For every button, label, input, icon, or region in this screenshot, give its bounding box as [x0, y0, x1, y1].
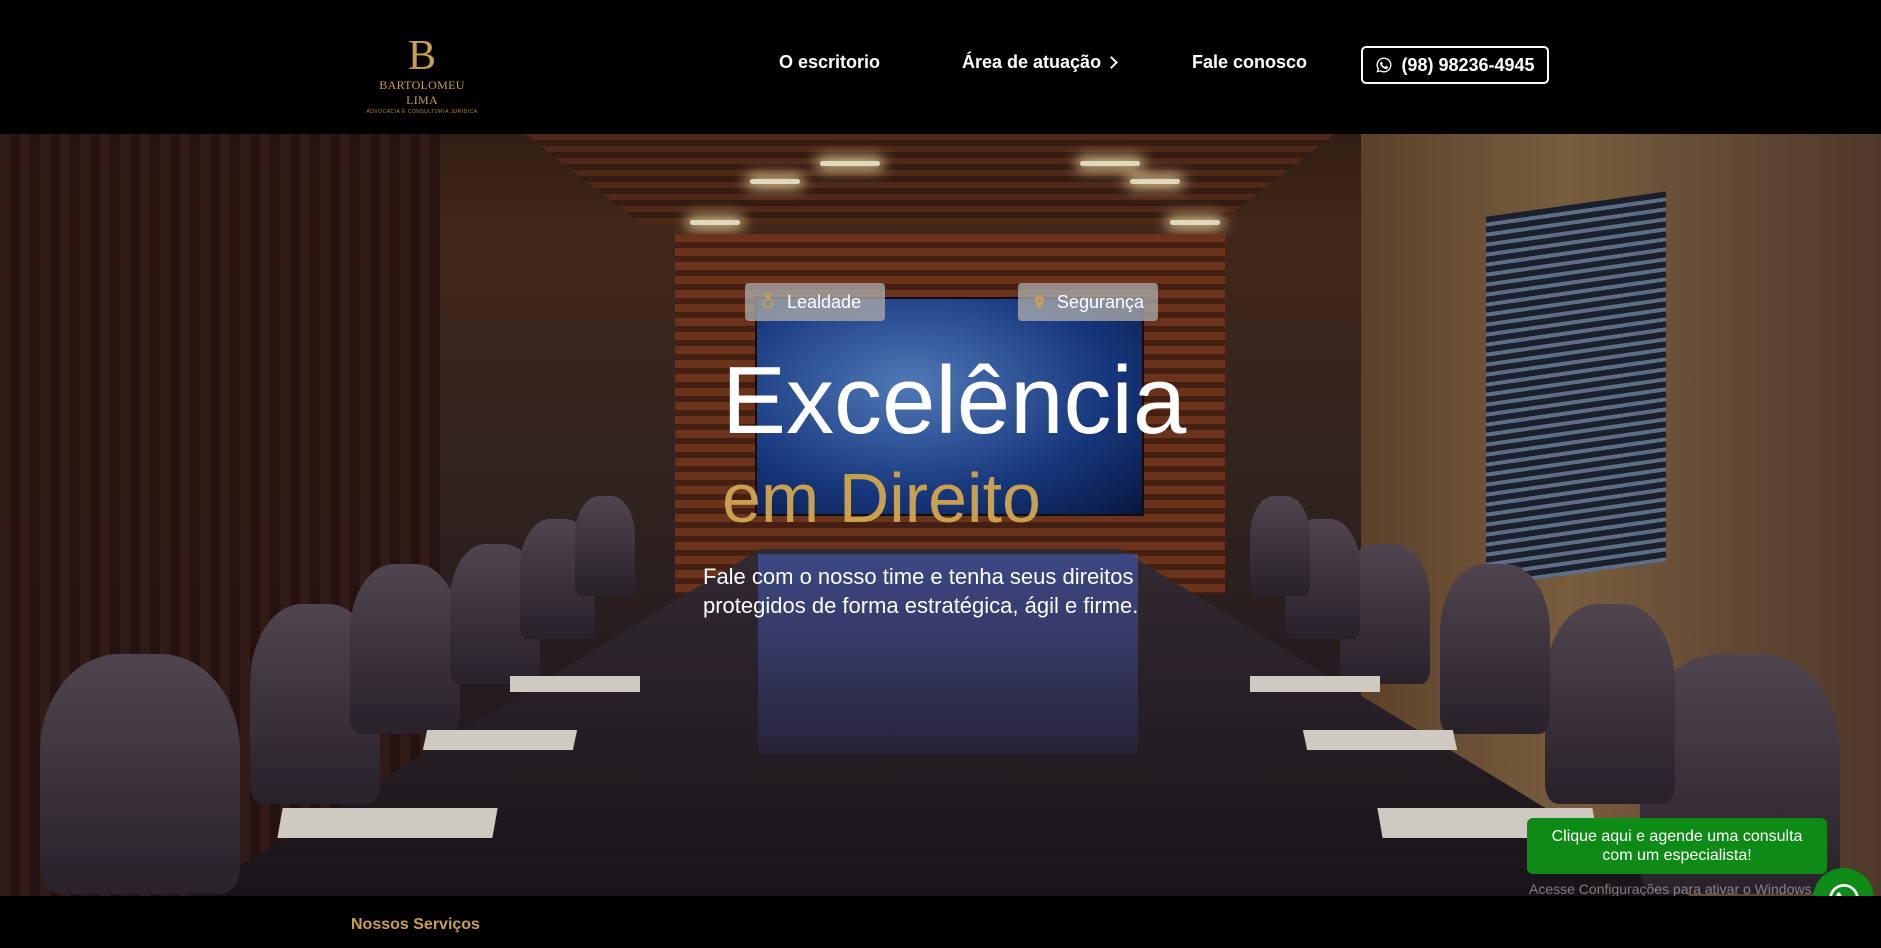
hero-title-line2: em Direito	[722, 459, 1041, 537]
hero-title-line1: Excelência	[722, 347, 1187, 454]
badge-seguranca-label: Segurança	[1056, 291, 1144, 312]
whatsapp-cta-bubble[interactable]: Clique aqui e agende uma consulta com um…	[1527, 818, 1827, 874]
nav-link-fale-conosco[interactable]: Fale conosco	[1192, 52, 1307, 73]
whatsapp-icon	[1376, 57, 1392, 73]
brand-logo[interactable]: B BARTOLOMEU LIMA ADVOCACIA E CONSULTORI…	[362, 33, 482, 115]
logo-mark: B	[407, 33, 436, 79]
badge-lealdade-label: Lealdade	[787, 291, 862, 312]
phone-number: (98) 98236-4945	[1401, 54, 1535, 75]
medal-icon	[762, 294, 774, 309]
badge-lealdade: Lealdade	[745, 283, 885, 321]
nav-link-area-atuacao-label: Área de atuação	[962, 52, 1102, 72]
hero-subtitle: Fale com o nosso time e tenha seus direi…	[703, 564, 1139, 618]
nav-link-area-atuacao[interactable]: Área de atuação	[962, 52, 1118, 73]
nav-link-escritorio[interactable]: O escritorio	[779, 52, 880, 73]
badge-seguranca: Segurança	[1018, 283, 1158, 321]
map-pin-icon	[1035, 295, 1044, 309]
chevron-right-icon	[1105, 56, 1118, 69]
top-navbar: B BARTOLOMEU LIMA ADVOCACIA E CONSULTORI…	[0, 0, 1881, 134]
phone-button[interactable]: (98) 98236-4945	[1361, 46, 1549, 84]
windows-activation-text: Acesse Configurações para ativar o Windo…	[1529, 881, 1816, 897]
logo-name: BARTOLOMEU LIMA	[379, 78, 465, 107]
services-section	[0, 896, 1881, 948]
services-heading: Nossos Serviços	[351, 916, 480, 933]
logo-tagline: ADVOCACIA E CONSULTORIA JURÍDICA	[366, 109, 478, 115]
